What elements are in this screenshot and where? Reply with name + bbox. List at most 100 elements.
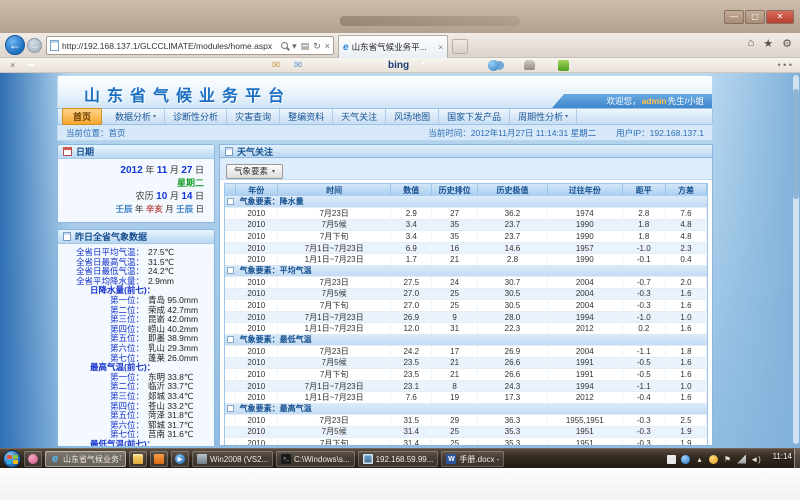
weather-panel: 昨日全省气象数据 全省日平均气温：27.5℃全省日最高气温：31.5℃全省日最低… [57, 229, 215, 446]
nav-item-7[interactable]: 国家下发产品 [439, 109, 510, 124]
table-row: 20107月5候3.43523.719901.84.8 [225, 219, 707, 231]
gregorian-date: 2012 年 11 月 27 日 [64, 164, 204, 177]
table-cell [225, 312, 236, 323]
table-cell: 1.6 [666, 369, 707, 380]
nav-item-1[interactable]: 数据分析▾ [107, 109, 165, 124]
nav-item-5[interactable]: 天气关注 [333, 109, 386, 124]
bg-minimize-button[interactable]: — [724, 10, 744, 24]
table-cell: -0.4 [623, 392, 666, 403]
autocomplete-caret-icon[interactable]: ▾ [292, 41, 297, 51]
table-cell: -1.0 [623, 312, 666, 323]
back-button[interactable]: ← [5, 35, 25, 55]
table-group-row-3: 气象要素：最高气温 [225, 403, 707, 414]
new-tab-button[interactable] [452, 39, 468, 54]
forward-button[interactable]: → [27, 38, 42, 53]
nav-item-8[interactable]: 周期性分析▾ [510, 109, 577, 124]
taskbar-item-label: C:\Windows\s... [294, 455, 350, 464]
taskbar-item-6[interactable]: >_C:\Windows\s... [276, 451, 355, 467]
table-cell: 7月下旬 [278, 369, 391, 380]
table-cell: 7月下旬 [278, 231, 391, 242]
search-icon[interactable] [281, 42, 288, 49]
taskbar-item-label: 山东省气候业务平... [63, 454, 121, 465]
refresh-icon[interactable]: ↻ [313, 41, 321, 51]
back-icon: ← [9, 38, 21, 52]
taskbar-item-2[interactable] [129, 451, 147, 467]
table-cell: 1951 [548, 427, 623, 438]
table-cell: 7月23日 [278, 208, 391, 219]
group-checkbox[interactable] [227, 405, 234, 412]
table-cell: 气象要素：降水量 [236, 196, 707, 207]
table-group-row-1: 气象要素：平均气温 [225, 265, 707, 276]
taskbar-item-3[interactable] [150, 451, 168, 467]
bing-logo[interactable]: bing [388, 60, 409, 71]
volume-icon[interactable]: ◄) [751, 455, 760, 464]
nav-item-3[interactable]: 灾害查询 [227, 109, 280, 124]
flag-icon[interactable]: ⚑ [723, 455, 732, 464]
table-cell: 气象要素：最低气温 [236, 334, 707, 345]
stop-icon[interactable]: × [325, 41, 330, 51]
more-options-dots[interactable]: • • • [778, 60, 792, 70]
taskbar-item-8[interactable]: W手册.docx - [441, 451, 504, 467]
show-desktop-button[interactable] [794, 449, 800, 469]
table-cell: 21 [432, 358, 478, 369]
network-icon[interactable] [737, 455, 746, 464]
table-cell: 23.5 [391, 369, 432, 380]
taskbar-item-4[interactable]: ▶ [171, 451, 189, 467]
table-cell [225, 289, 236, 300]
table-cell: 2010 [236, 231, 278, 242]
table-cell: -1.0 [623, 243, 666, 254]
launcher-icon [28, 454, 38, 464]
table-cell: 35.3 [478, 438, 548, 446]
favorites-star-icon[interactable]: ★ [763, 37, 773, 50]
address-bar[interactable]: http://192.168.137.1/GLCCLIMATE/modules/… [46, 36, 334, 55]
taskbar-item-7[interactable]: 192.168.59.99... [358, 451, 439, 467]
nav-item-4[interactable]: 整编资料 [280, 109, 333, 124]
alert-icon[interactable] [709, 455, 718, 464]
bg-close-button[interactable]: ✕ [766, 10, 794, 24]
nav-item-label: 周期性分析 [518, 110, 563, 123]
sphere-icon[interactable] [681, 455, 690, 464]
ime-icon[interactable] [667, 455, 676, 464]
weather-panel-title: 昨日全省气象数据 [75, 230, 147, 243]
taskbar-item-1[interactable]: e山东省气候业务平... [45, 451, 126, 467]
taskbar-item-5[interactable]: Win2008 (VS2... [192, 451, 273, 467]
table-row: 20107月下旬31.42535.31951-0.31.9 [225, 437, 707, 446]
table-cell [225, 415, 236, 426]
background-window[interactable]: — ▢ ✕ [0, 0, 800, 33]
table-cell [225, 254, 236, 265]
element-dropdown-button[interactable]: 气象要素 ▾ [226, 164, 283, 179]
scrollbar-thumb[interactable] [793, 89, 799, 199]
table-row: 20107月5候31.42535.31951-0.31.9 [225, 426, 707, 438]
green-app-icon[interactable] [558, 60, 569, 71]
page-scrollbar[interactable] [793, 75, 799, 444]
taskbar-clock[interactable]: 11:14 [773, 452, 792, 461]
group-checkbox[interactable] [227, 198, 234, 205]
expand-caret-icon[interactable]: ▴ [695, 455, 704, 464]
toolbar-close-icon[interactable]: × [10, 60, 15, 70]
nav-item-0[interactable]: 首页 [62, 108, 102, 125]
group-checkbox[interactable] [227, 267, 234, 274]
settings-gear-icon[interactable]: ⚙ [782, 37, 792, 50]
mail-icon[interactable]: ✉ [272, 60, 280, 71]
table-cell: 21 [432, 369, 478, 380]
nav-item-6[interactable]: 风场地图 [386, 109, 439, 124]
bottom-margin [0, 468, 800, 500]
pet-app-icon[interactable] [524, 60, 535, 70]
home-icon[interactable]: ⌂ [748, 37, 755, 50]
table-cell: 7月1日~7月23日 [278, 312, 391, 323]
table-cell: -0.1 [623, 254, 666, 265]
table-cell: 2010 [236, 300, 278, 311]
table-row: 20101月1日~7月23日7.61917.32012-0.41.6 [225, 391, 707, 403]
mail-open-icon[interactable]: ✉ [294, 60, 302, 71]
browser-tab[interactable]: e 山东省气候业务平... × [338, 35, 448, 58]
messenger-icon[interactable] [488, 60, 499, 71]
nav-item-2[interactable]: 诊断性分析 [165, 109, 227, 124]
tab-close-icon[interactable]: × [438, 43, 443, 52]
bg-maximize-button[interactable]: ▢ [745, 10, 765, 24]
taskbar-item-0[interactable] [24, 451, 42, 467]
group-checkbox[interactable] [227, 336, 234, 343]
start-button[interactable] [3, 450, 21, 468]
table-cell: 14.6 [478, 243, 548, 254]
url-text[interactable]: http://192.168.137.1/GLCCLIMATE/modules/… [62, 41, 278, 51]
compatibility-view-icon[interactable]: ▤ [301, 41, 310, 51]
